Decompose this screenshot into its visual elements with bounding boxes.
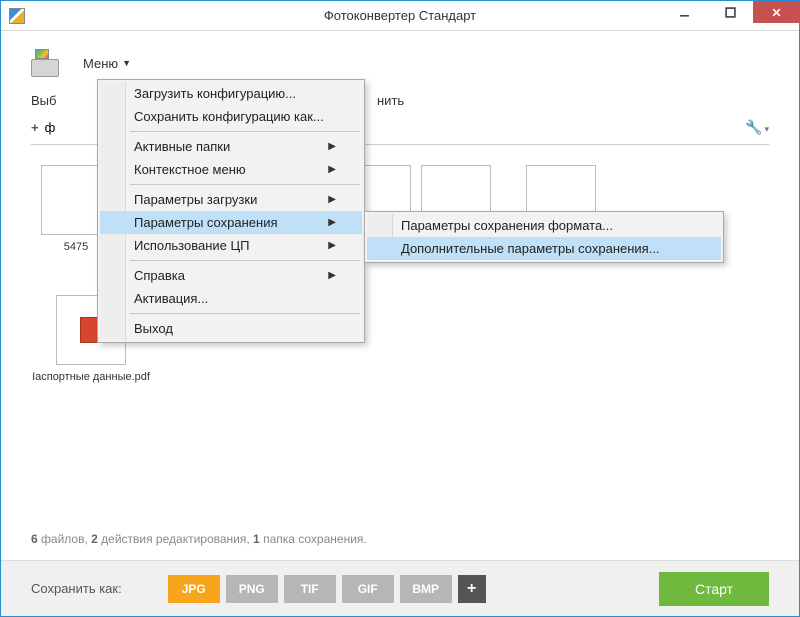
submenu-arrow-icon: ▶ xyxy=(328,194,336,205)
format-jpg-button[interactable]: JPG xyxy=(168,575,220,603)
format-tif-button[interactable]: TIF xyxy=(284,575,336,603)
submenu-arrow-icon: ▶ xyxy=(328,164,336,175)
minimize-button[interactable] xyxy=(661,1,707,23)
menu-cpu-usage[interactable]: Использование ЦП▶ xyxy=(100,234,362,257)
menu-button[interactable]: Меню ▼ xyxy=(73,50,141,77)
menu-help[interactable]: Справка▶ xyxy=(100,264,362,287)
caret-down-icon: ▼ xyxy=(122,58,131,68)
app-logo-icon xyxy=(31,49,63,77)
menu-separator xyxy=(130,313,360,314)
submenu-additional-save-params[interactable]: Дополнительные параметры сохранения... xyxy=(367,237,721,260)
submenu-arrow-icon: ▶ xyxy=(328,240,336,251)
wrench-icon: 🔧 xyxy=(745,119,762,135)
plus-icon[interactable]: + xyxy=(31,120,39,135)
bottom-bar: Сохранить как: JPG PNG TIF GIF BMP + Ста… xyxy=(1,560,799,616)
format-add-button[interactable]: + xyxy=(458,575,486,603)
format-png-button[interactable]: PNG xyxy=(226,575,278,603)
app-icon xyxy=(9,8,25,24)
menu-separator xyxy=(130,260,360,261)
menu-separator xyxy=(130,184,360,185)
close-button[interactable] xyxy=(753,1,799,23)
submenu-arrow-icon: ▶ xyxy=(328,217,336,228)
submenu-format-save-params[interactable]: Параметры сохранения формата... xyxy=(367,214,721,237)
menu-load-config[interactable]: Загрузить конфигурацию... xyxy=(100,82,362,105)
toolbar: Меню ▼ xyxy=(1,31,799,85)
filter-fragment: ф xyxy=(45,120,56,135)
start-button[interactable]: Старт xyxy=(659,572,769,606)
toolbar-fragment-left: Выб xyxy=(31,93,81,108)
menu-save-config[interactable]: Сохранить конфигурацию как... xyxy=(100,105,362,128)
status-count-actions: 2 xyxy=(91,532,98,546)
save-as-label: Сохранить как: xyxy=(31,581,122,596)
main-menu: Загрузить конфигурацию... Сохранить конф… xyxy=(97,79,365,343)
menu-button-label: Меню xyxy=(83,56,118,71)
menu-active-folders[interactable]: Активные папки▶ xyxy=(100,135,362,158)
menu-separator xyxy=(130,131,360,132)
maximize-button[interactable] xyxy=(707,1,753,23)
window-controls xyxy=(661,1,799,30)
file-label: Іаспортные данные.pdf xyxy=(31,371,151,384)
caret-down-icon: ▾ xyxy=(764,124,769,134)
save-params-submenu: Параметры сохранения формата... Дополнит… xyxy=(364,211,724,263)
menu-save-params[interactable]: Параметры сохранения▶ xyxy=(100,211,362,234)
menu-context-menu[interactable]: Контекстное меню▶ xyxy=(100,158,362,181)
toolbar-fragment-right: нить xyxy=(377,93,404,108)
format-bmp-button[interactable]: BMP xyxy=(400,575,452,603)
menu-activation[interactable]: Активация... xyxy=(100,287,362,310)
status-count-files: 6 xyxy=(31,532,38,546)
menu-load-params[interactable]: Параметры загрузки▶ xyxy=(100,188,362,211)
submenu-arrow-icon: ▶ xyxy=(328,270,336,281)
settings-button[interactable]: 🔧▾ xyxy=(745,119,769,136)
menu-exit[interactable]: Выход xyxy=(100,317,362,340)
titlebar: Фотоконвертер Стандарт xyxy=(1,1,799,31)
submenu-arrow-icon: ▶ xyxy=(328,141,336,152)
status-count-folders: 1 xyxy=(253,532,260,546)
format-gif-button[interactable]: GIF xyxy=(342,575,394,603)
status-line: 6 файлов, 2 действия редактирования, 1 п… xyxy=(31,532,367,546)
